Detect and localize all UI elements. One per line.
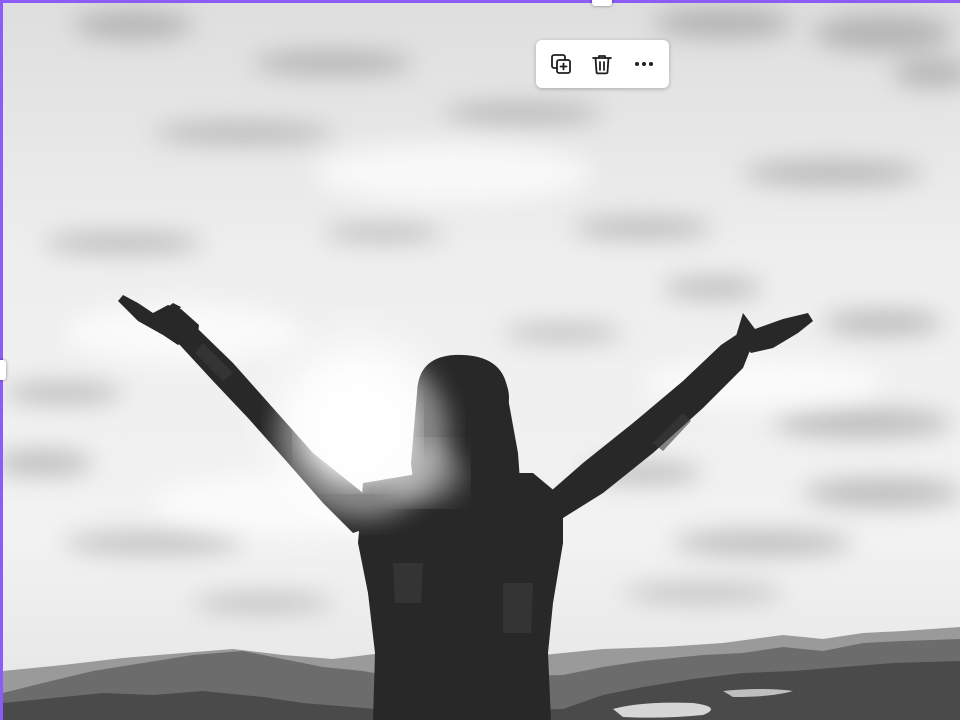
duplicate-button[interactable] (543, 46, 579, 82)
selected-image[interactable] (3, 3, 960, 720)
photo-image (3, 3, 960, 720)
duplicate-icon (550, 54, 571, 74)
more-options-button[interactable] (626, 46, 662, 82)
design-canvas (0, 0, 960, 720)
image-context-toolbar (536, 40, 669, 88)
resize-handle-left[interactable] (0, 360, 6, 380)
delete-button[interactable] (584, 46, 620, 82)
resize-handle-top[interactable] (592, 0, 612, 6)
trash-icon (592, 55, 613, 75)
more-dots-icon (635, 62, 654, 66)
selection-border-top (0, 0, 960, 3)
